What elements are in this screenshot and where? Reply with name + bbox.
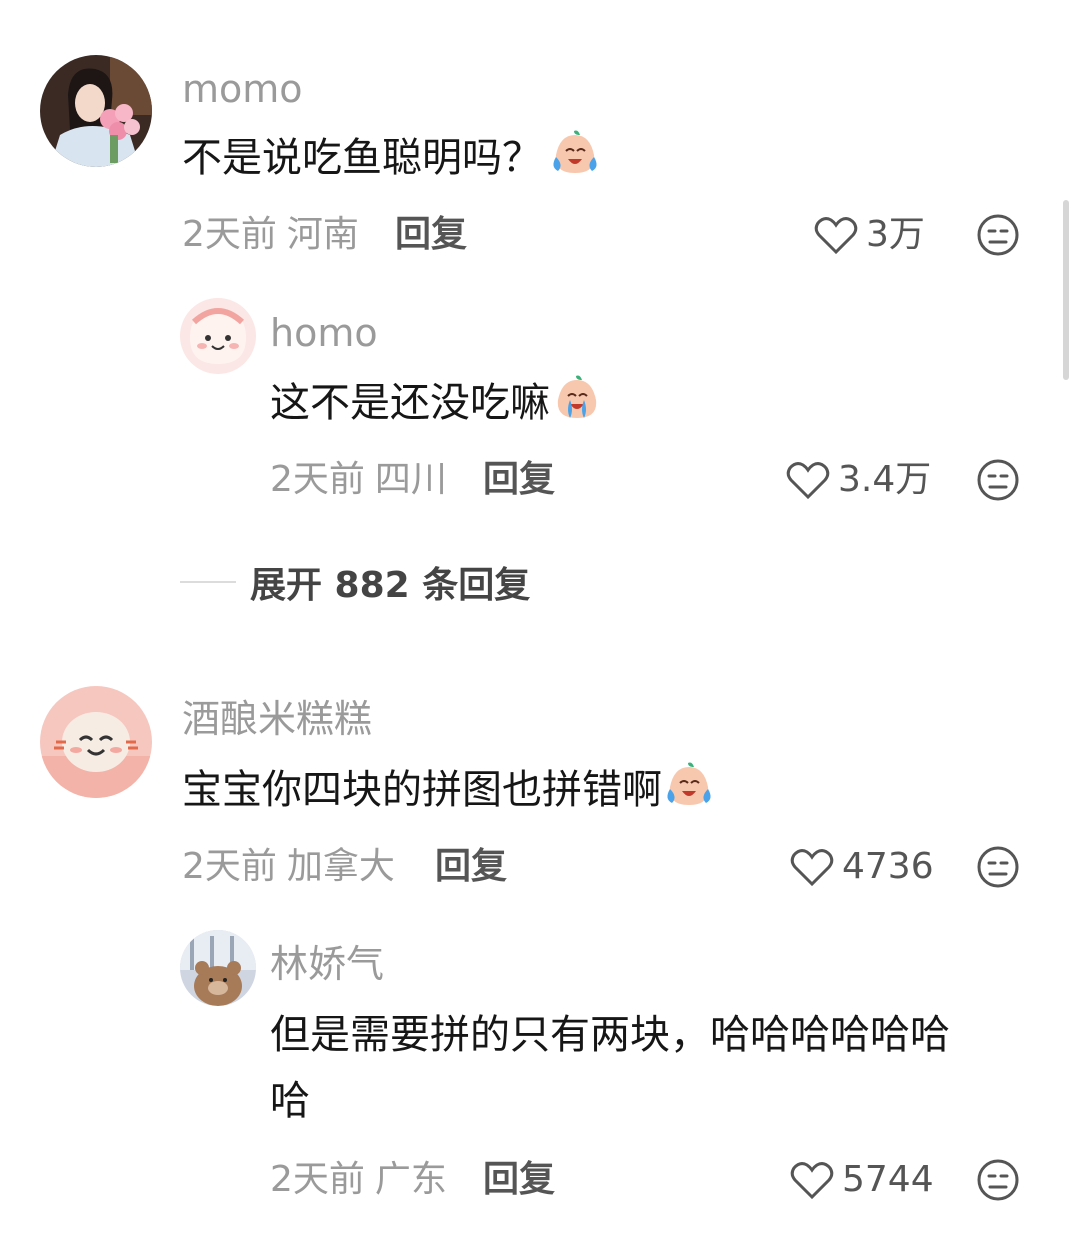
avatar-homo[interactable] bbox=[180, 298, 256, 374]
avatar-momo[interactable] bbox=[40, 55, 152, 167]
comment-location: 河南 bbox=[286, 214, 359, 255]
neutral-face-icon bbox=[977, 1159, 1019, 1201]
neutral-face-icon bbox=[977, 459, 1019, 501]
reply-button[interactable]: 回复 bbox=[435, 849, 507, 885]
comment-text: 宝宝你四块的拼图也拼错啊 bbox=[182, 757, 714, 829]
comment-meta: 2天前 加拿大 bbox=[182, 849, 395, 885]
comment-location: 加拿大 bbox=[286, 846, 395, 887]
avatar-linjiaoqi[interactable] bbox=[180, 930, 256, 1006]
neutral-face-icon bbox=[977, 846, 1019, 888]
like-button[interactable]: 3.4万 bbox=[786, 460, 931, 500]
scrollbar[interactable] bbox=[1063, 200, 1069, 380]
expand-replies-button[interactable]: 展开 882 条回复 bbox=[180, 556, 530, 608]
dislike-button[interactable] bbox=[976, 845, 1020, 893]
crying-laughing-emoji-icon bbox=[664, 761, 714, 829]
reply-text-body: 这不是还没吃嘛 bbox=[270, 380, 550, 426]
dislike-button[interactable] bbox=[976, 1158, 1020, 1206]
comment-time: 2天前 bbox=[182, 214, 277, 255]
dislike-button[interactable] bbox=[976, 213, 1020, 261]
heart-outline-icon bbox=[786, 462, 830, 500]
crying-laughing-emoji-icon bbox=[552, 374, 602, 442]
reply-button[interactable]: 回复 bbox=[483, 1162, 555, 1198]
neutral-face-icon bbox=[977, 214, 1019, 256]
dislike-button[interactable] bbox=[976, 458, 1020, 506]
reply-username[interactable]: 林娇气 bbox=[270, 945, 384, 983]
comment-username[interactable]: 酒酿米糕糕 bbox=[182, 700, 372, 738]
like-button[interactable]: 4736 bbox=[790, 847, 934, 887]
like-count: 5744 bbox=[842, 1159, 934, 1200]
reply-meta: 2天前 四川 bbox=[270, 462, 447, 498]
heart-outline-icon bbox=[790, 849, 834, 887]
comment-meta: 2天前 河南 bbox=[182, 217, 359, 253]
like-count: 3万 bbox=[866, 214, 925, 255]
heart-outline-icon bbox=[790, 1162, 834, 1200]
expand-replies-label: 展开 882 条回复 bbox=[250, 565, 531, 606]
comment-username[interactable]: momo bbox=[182, 70, 303, 108]
reply-text-line2: 哈 bbox=[270, 1078, 310, 1124]
divider-line bbox=[180, 581, 236, 583]
crying-laughing-emoji-icon bbox=[550, 129, 600, 197]
reply-text-line1: 但是需要拼的只有两块，哈哈哈哈哈哈 bbox=[270, 1012, 950, 1058]
reply-time: 2天前 bbox=[270, 1159, 365, 1200]
reply-time: 2天前 bbox=[270, 459, 365, 500]
reply-location: 广东 bbox=[374, 1159, 447, 1200]
like-count: 3.4万 bbox=[838, 459, 932, 500]
comment-time: 2天前 bbox=[182, 846, 277, 887]
reply-button[interactable]: 回复 bbox=[395, 217, 467, 253]
comment-text-body: 宝宝你四块的拼图也拼错啊 bbox=[182, 767, 662, 813]
reply-location: 四川 bbox=[374, 459, 447, 500]
reply-button[interactable]: 回复 bbox=[483, 462, 555, 498]
like-count: 4736 bbox=[842, 846, 934, 887]
reply-meta: 2天前 广东 bbox=[270, 1162, 447, 1198]
avatar-jiuniang[interactable] bbox=[40, 686, 152, 798]
like-button[interactable]: 5744 bbox=[790, 1160, 934, 1200]
heart-outline-icon bbox=[814, 217, 858, 255]
reply-text: 这不是还没吃嘛 bbox=[270, 370, 602, 442]
like-button[interactable]: 3万 bbox=[814, 215, 925, 255]
reply-username[interactable]: homo bbox=[270, 314, 378, 352]
comment-text: 不是说吃鱼聪明吗？ bbox=[182, 125, 600, 197]
comment-text-body: 不是说吃鱼聪明吗？ bbox=[182, 135, 542, 181]
